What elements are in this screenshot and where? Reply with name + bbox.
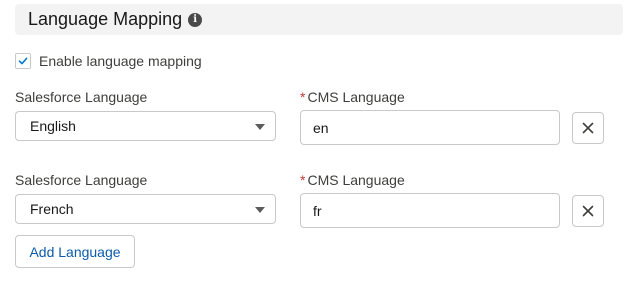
cms-language-label-text: CMS Language bbox=[307, 89, 405, 105]
checkmark-icon bbox=[18, 57, 28, 65]
cms-language-input[interactable] bbox=[300, 193, 560, 228]
remove-mapping-button[interactable] bbox=[572, 112, 604, 144]
required-marker: * bbox=[300, 172, 306, 188]
salesforce-language-select[interactable]: French bbox=[15, 194, 276, 224]
section-header: Language Mapping i bbox=[15, 4, 623, 35]
section-title: Language Mapping bbox=[28, 9, 183, 29]
required-marker: * bbox=[300, 89, 306, 105]
chevron-down-icon bbox=[255, 207, 265, 213]
salesforce-language-select[interactable]: English bbox=[15, 111, 276, 141]
close-icon bbox=[582, 205, 594, 217]
enable-language-mapping-row[interactable]: Enable language mapping bbox=[15, 53, 202, 69]
cms-language-label-text: CMS Language bbox=[307, 172, 405, 188]
cms-language-label: * CMS Language bbox=[300, 172, 405, 188]
enable-language-mapping-label: Enable language mapping bbox=[39, 53, 202, 69]
remove-mapping-button[interactable] bbox=[572, 195, 604, 227]
close-icon bbox=[582, 122, 594, 134]
salesforce-language-label: Salesforce Language bbox=[15, 172, 148, 188]
cms-language-label: * CMS Language bbox=[300, 89, 405, 105]
enable-language-mapping-checkbox[interactable] bbox=[15, 53, 31, 69]
cms-language-input[interactable] bbox=[300, 110, 560, 145]
salesforce-language-value: English bbox=[30, 118, 76, 134]
add-language-button[interactable]: Add Language bbox=[15, 235, 135, 268]
chevron-down-icon bbox=[255, 124, 265, 130]
salesforce-language-value: French bbox=[30, 201, 74, 217]
salesforce-language-label: Salesforce Language bbox=[15, 89, 148, 105]
info-icon[interactable]: i bbox=[188, 12, 203, 27]
